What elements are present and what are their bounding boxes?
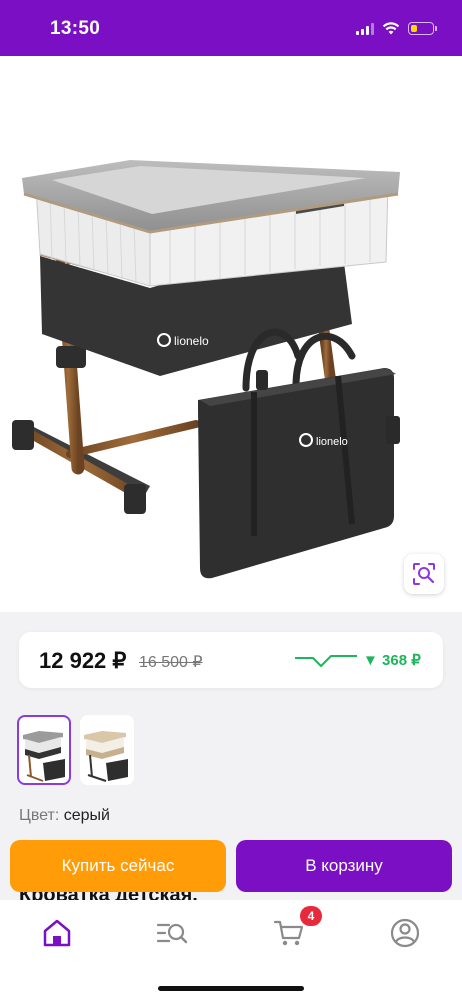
cellular-signal-icon [356,22,374,35]
color-value: серый [63,807,110,824]
back-icon[interactable] [18,76,44,106]
price-card: 12 922 ₽ 16 500 ₽ ▼ 368 ₽ [19,632,443,688]
status-time: 13:50 [50,18,101,39]
color-row: Цвет: серый [19,807,110,825]
old-price: 16 500 ₽ [139,654,203,671]
price-trend-icon[interactable] [295,648,357,672]
thumbnail-beige[interactable] [80,715,134,785]
product-image[interactable]: lionelo lionelo [0,56,462,612]
thumbnail-grey[interactable] [17,715,71,785]
crib-brand-text: lionelo [174,334,209,348]
cart-count-badge: 4 [300,906,322,926]
color-label: Цвет: [19,807,60,824]
visual-search-button[interactable] [404,554,444,594]
bag-brand-text: lionelo [316,436,348,448]
battery-level [410,24,417,32]
share-icon[interactable] [418,74,446,106]
image-search-icon [413,563,435,585]
current-price: 12 922 ₽ [39,648,127,673]
home-indicator [158,986,304,991]
home-icon[interactable] [40,916,74,950]
buy-now-button[interactable]: Купить сейчас [10,840,226,892]
thumbnail-beige-image [84,731,128,782]
status-bar: 13:50 [0,0,462,56]
thumbnail-grey-image [23,731,65,782]
status-icons [356,22,437,35]
bottom-tab-bar [0,900,462,1000]
crib-illustration: lionelo lionelo [12,160,400,579]
price-drop-badge[interactable]: ▼ 368 ₽ [363,651,421,669]
add-to-cart-button[interactable]: В корзину [236,840,452,892]
battery-icon [408,22,437,35]
profile-icon[interactable] [388,916,422,950]
catalog-search-icon[interactable] [155,916,189,950]
favorite-heart-icon[interactable] [358,78,388,106]
wifi-icon [382,22,400,35]
